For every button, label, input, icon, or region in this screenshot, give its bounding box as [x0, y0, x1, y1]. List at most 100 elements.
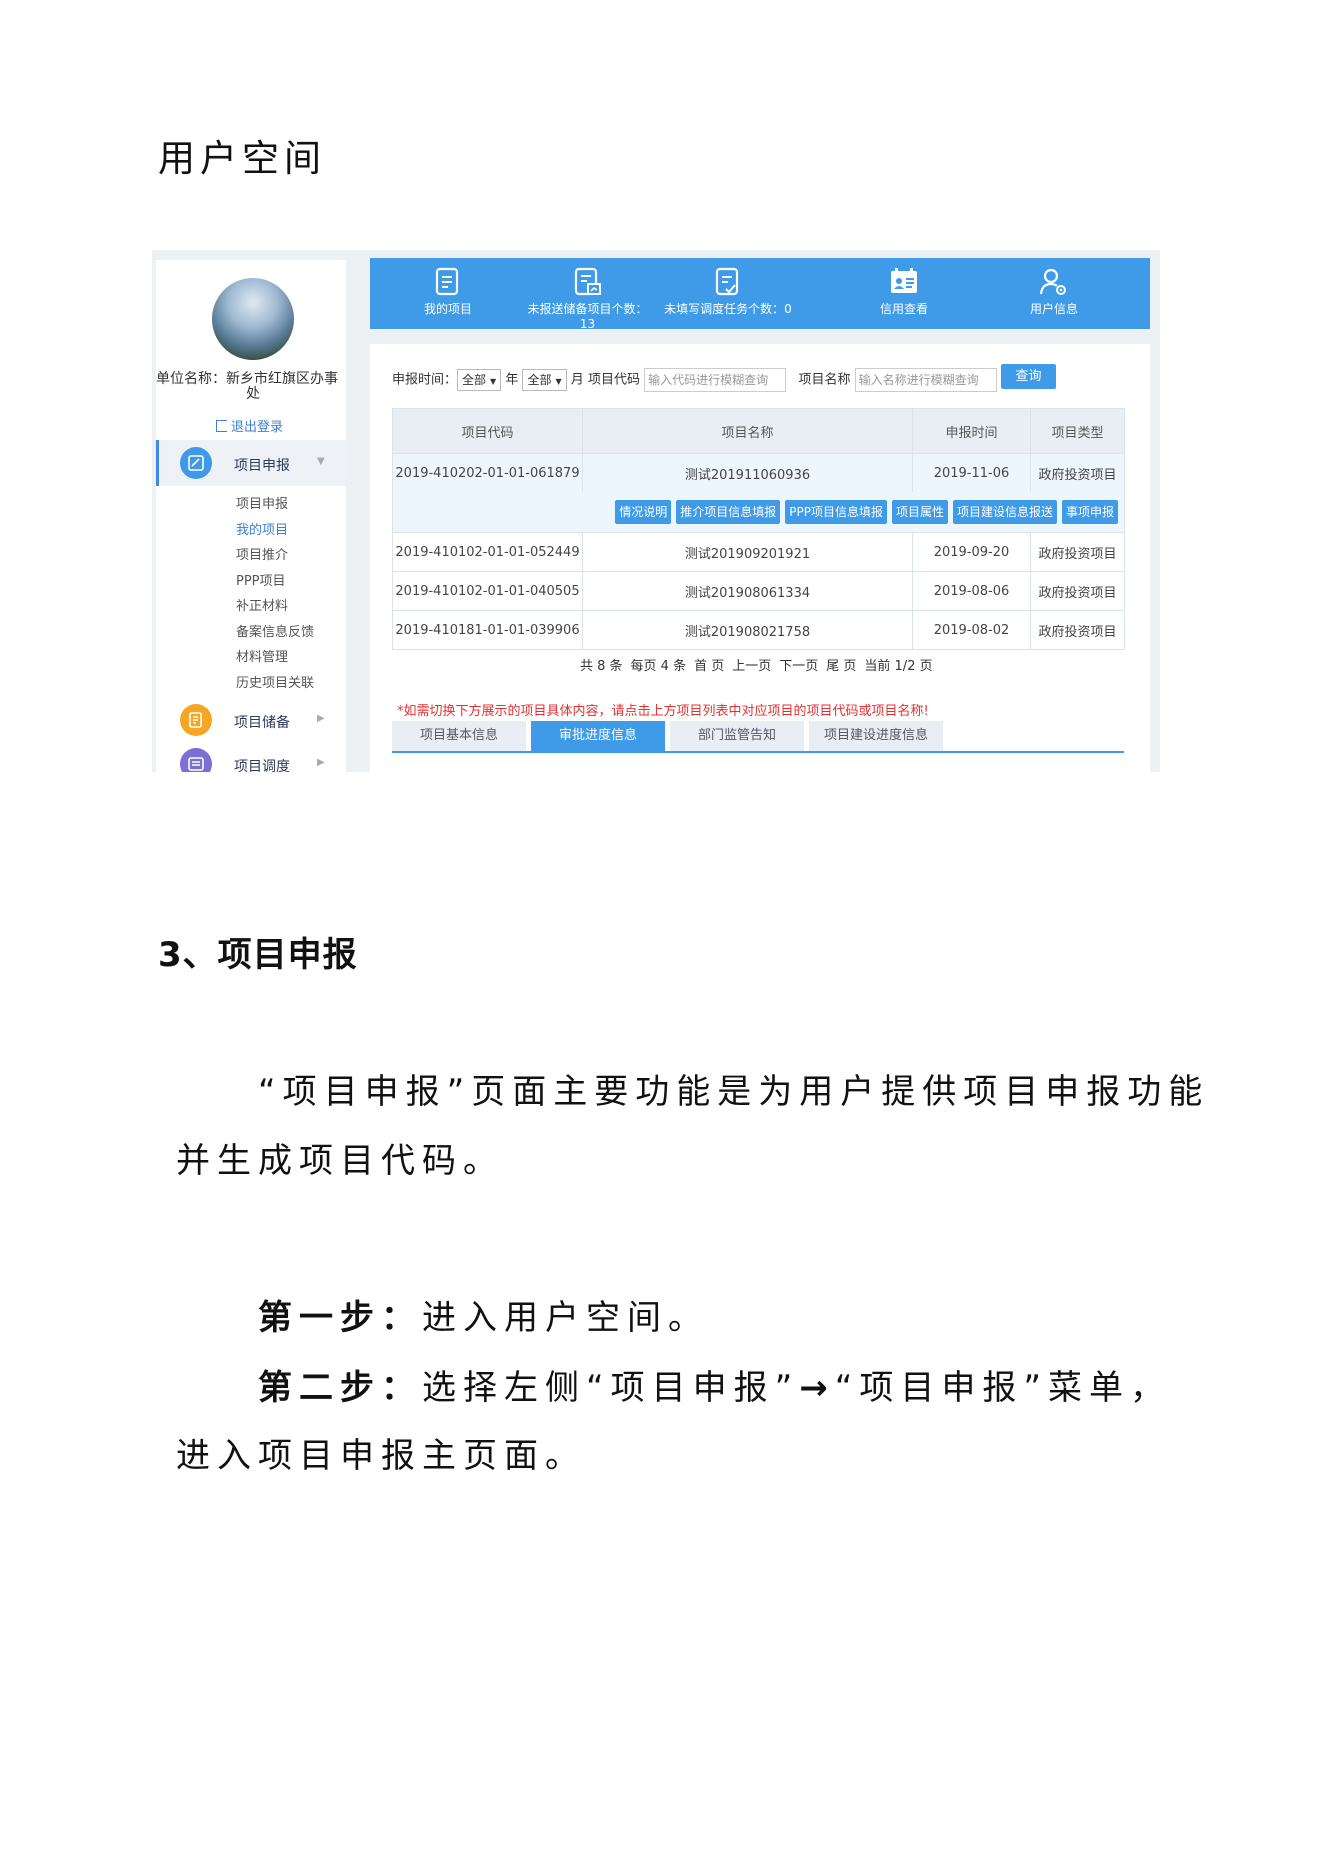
tab-basic-info[interactable]: 项目基本信息 — [392, 721, 526, 751]
cell-date: 2019-09-20 — [912, 532, 1031, 572]
step-two-text-a: 选择左侧“项目申报” — [422, 1368, 800, 1408]
submenu: 项目申报 我的项目 项目推介 PPP项目 补正材料 备案信息反馈 材料管理 历史… — [236, 492, 314, 696]
app-screenshot: 单位名称：新乡市红旗区办事 处 退出登录 项目申报 ▼ 项目申报 我的项目 项目… — [152, 250, 1160, 772]
step-one-text: 进入用户空间。 — [422, 1298, 709, 1338]
submenu-item-materials[interactable]: 材料管理 — [236, 645, 314, 671]
sidebar-item-project-reserve[interactable]: 项目储备 ▶ — [156, 700, 346, 740]
nav-label: 我的项目 — [423, 302, 472, 316]
action-matter-button[interactable]: 事项申报 — [1061, 500, 1118, 524]
col-header-date: 申报时间 — [912, 408, 1031, 454]
col-header-name: 项目名称 — [582, 408, 913, 454]
name-label: 项目名称 — [798, 372, 851, 388]
caret-down-icon: ▼ — [490, 377, 497, 386]
cell-name[interactable]: 测试201908061334 — [582, 571, 913, 611]
action-construction-button[interactable]: 项目建设信息报送 — [952, 500, 1057, 524]
action-attributes-button[interactable]: 项目属性 — [891, 500, 948, 524]
nav-credit[interactable]: 信用查看 — [856, 258, 952, 329]
doc-icon — [435, 267, 459, 296]
year-unit: 年 — [505, 372, 519, 388]
notice-text: *如需切换下方展示的项目具体内容，请点击上方项目列表中对应项目的项目代码或项目名… — [397, 704, 929, 719]
tab-department-notice[interactable]: 部门监管告知 — [670, 721, 804, 751]
avatar[interactable] — [212, 278, 294, 360]
submenu-item-my-projects[interactable]: 我的项目 — [236, 518, 314, 544]
paragraph-line: 进入项目申报主页面。 — [176, 1436, 586, 1476]
edit-icon — [180, 447, 212, 479]
year-select-value: 全部 — [462, 373, 487, 387]
code-search-input[interactable]: 输入代码进行模糊查询 — [644, 368, 787, 392]
sidebar-item-project-declare[interactable]: 项目申报 ▼ — [156, 443, 346, 483]
cell-code[interactable]: 2019-410102-01-01-040505 — [392, 571, 583, 611]
cell-code[interactable]: 2019-410102-01-01-052449 — [392, 532, 583, 572]
pagination: 共 8 条每页 4 条首 页上一页 下一页尾 页当前 1/2 页 — [580, 655, 941, 674]
unit-name: 单位名称：新乡市红旗区办事 处 — [156, 372, 346, 402]
step-two-label: 第二步： — [258, 1368, 422, 1408]
cell-code[interactable]: 2019-410181-01-01-039906 — [392, 610, 583, 650]
sidebar-item-label: 项目调度 — [234, 759, 290, 772]
nav-unfilled-tasks[interactable]: 未填写调度任务个数：0 — [658, 258, 798, 329]
unit-name-text: 单位名称：新乡市红旗区办事 — [156, 371, 338, 387]
submenu-item-filing-feedback[interactable]: 备案信息反馈 — [236, 620, 314, 646]
cell-name[interactable]: 测试201911060936 — [582, 453, 913, 492]
table-row[interactable]: 2019-410202-01-01-061879 测试201911060936 … — [392, 453, 1125, 492]
year-select[interactable]: 全部 ▼ — [457, 369, 502, 391]
pager-prev[interactable]: 上一页 — [732, 659, 771, 674]
step-two-text-b: “项目申报”菜单， — [834, 1368, 1171, 1408]
nav-unreported-reserve[interactable]: 未报送储备项目个数：13 — [520, 258, 655, 331]
name-search-input[interactable]: 输入名称进行模糊查询 — [854, 368, 997, 392]
row-actions-cell: 情况说明 推介项目信息填报 PPP项目信息填报 项目属性 项目建设信息报送 事项申报 — [392, 492, 1125, 533]
nav-label: 用户信息 — [1029, 302, 1078, 316]
table-header-row: 项目代码 项目名称 申报时间 项目类型 — [392, 408, 1125, 454]
nav-my-projects[interactable]: 我的项目 — [400, 258, 496, 329]
project-table: 项目代码 项目名称 申报时间 项目类型 2019-410202-01-01-06… — [392, 408, 1125, 650]
submenu-item-ppp[interactable]: PPP项目 — [236, 569, 314, 595]
action-promotion-button[interactable]: 推介项目信息填报 — [676, 500, 781, 524]
cell-type: 政府投资项目 — [1030, 453, 1125, 492]
sidebar-item-project-schedule[interactable]: 项目调度 ▶ — [156, 744, 346, 772]
submenu-item-promotion[interactable]: 项目推介 — [236, 543, 314, 569]
pager-first[interactable]: 首 页 — [694, 659, 724, 674]
nav-label: 未填写调度任务个数：0 — [664, 302, 792, 316]
row-actions: 情况说明 推介项目信息填报 PPP项目信息填报 项目属性 项目建设信息报送 事项申报 — [392, 492, 1125, 533]
cell-code[interactable]: 2019-410202-01-01-061879 — [392, 453, 583, 492]
top-nav: 我的项目 未报送储备项目个数：13 未填写调度任务个数：0 信用查看 用户信息 — [370, 258, 1150, 331]
pager-current: 当前 1/2 页 — [864, 659, 933, 674]
chevron-down-icon: ▼ — [317, 456, 325, 467]
submenu-item-history[interactable]: 历史项目关联 — [236, 671, 314, 697]
query-button[interactable]: 查询 — [1001, 364, 1056, 389]
filter-bar: 申报时间： 全部 ▼ 年 全部 ▼ 月 项目代码 输入代码进行模糊查询 项目名称 输入… — [392, 368, 997, 392]
nav-label: 信用查看 — [879, 302, 928, 316]
tab-approval-progress[interactable]: 审批进度信息 — [531, 721, 665, 751]
month-unit: 月 — [570, 372, 584, 388]
sidebar: 单位名称：新乡市红旗区办事 处 退出登录 项目申报 ▼ 项目申报 我的项目 项目… — [156, 260, 346, 772]
pager-last[interactable]: 尾 页 — [826, 659, 856, 674]
pager-next[interactable]: 下一页 — [779, 659, 818, 674]
month-select[interactable]: 全部 ▼ — [522, 369, 567, 391]
table-row[interactable]: 2019-410102-01-01-052449 测试201909201921 … — [392, 532, 1125, 572]
chevron-right-icon: ▶ — [317, 713, 325, 724]
pager-per-page: 每页 4 条 — [630, 659, 687, 674]
cell-name[interactable]: 测试201909201921 — [582, 532, 913, 572]
tab-construction-progress[interactable]: 项目建设进度信息 — [809, 721, 943, 751]
user-gear-icon — [1039, 268, 1066, 295]
chevron-right-icon: ▶ — [317, 757, 325, 768]
doc-chart-icon — [574, 267, 601, 296]
nav-user-info[interactable]: 用户信息 — [1006, 258, 1102, 329]
cell-name[interactable]: 测试201908021758 — [582, 610, 913, 650]
schedule-icon — [180, 748, 212, 772]
action-situation-button[interactable]: 情况说明 — [615, 500, 672, 524]
logout-link[interactable]: 退出登录 — [216, 416, 283, 435]
sidebar-item-label: 项目申报 — [234, 458, 290, 474]
filter-time-label: 申报时间： — [392, 372, 458, 388]
cell-type: 政府投资项目 — [1030, 610, 1125, 650]
step-one-label: 第一步： — [258, 1298, 422, 1338]
action-ppp-button[interactable]: PPP项目信息填报 — [785, 500, 887, 524]
submenu-item-supplement[interactable]: 补正材料 — [236, 594, 314, 620]
submenu-item-declare[interactable]: 项目申报 — [236, 492, 314, 518]
cell-date: 2019-08-06 — [912, 571, 1031, 611]
paragraph-line: “项目申报”页面主要功能是为用户提供项目申报功能 — [258, 1072, 1210, 1112]
doc-heading: 用户空间 — [158, 137, 326, 180]
content-panel: 申报时间： 全部 ▼ 年 全部 ▼ 月 项目代码 输入代码进行模糊查询 项目名称 输入… — [370, 344, 1150, 772]
sidebar-item-label: 项目储备 — [234, 715, 290, 731]
table-row[interactable]: 2019-410102-01-01-040505 测试201908061334 … — [392, 571, 1125, 611]
table-row[interactable]: 2019-410181-01-01-039906 测试201908021758 … — [392, 610, 1125, 650]
